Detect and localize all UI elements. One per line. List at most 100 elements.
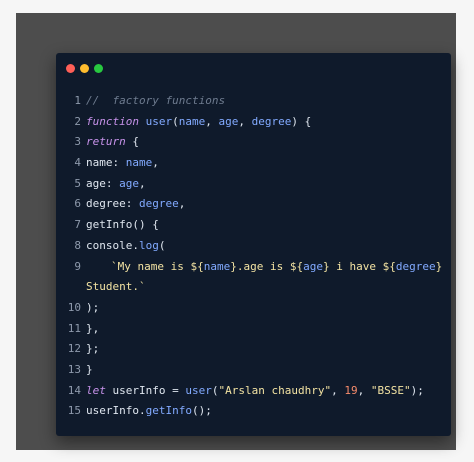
code-text: Student.` bbox=[86, 277, 146, 298]
code-text: }; bbox=[86, 339, 99, 360]
code-token: getInfo bbox=[86, 218, 133, 232]
code-token: ); bbox=[86, 300, 100, 314]
code-line: 12}; bbox=[56, 339, 451, 360]
code-token: ${ bbox=[289, 259, 304, 273]
code-text: let userInfo = user("Arslan chaudhry", 1… bbox=[86, 381, 424, 402]
code-token: age bbox=[86, 176, 106, 190]
line-number: 4 bbox=[74, 156, 81, 170]
code-token: age bbox=[218, 114, 239, 128]
code-line: 1 // factory functions bbox=[56, 91, 451, 112]
code-token: return bbox=[86, 135, 126, 149]
screenshot-frame: 1// factory functions 2 function user(name… bbox=[16, 13, 456, 450]
code-line: 5 age: age, bbox=[56, 174, 451, 195]
code-token: . bbox=[138, 404, 146, 418]
code-token: ( bbox=[172, 114, 179, 128]
code-token: Student.` bbox=[86, 280, 146, 294]
code-text: } bbox=[86, 360, 93, 381]
code-text: // factory functions bbox=[86, 91, 225, 112]
code-token: , bbox=[205, 114, 219, 128]
code-line: 6 degree: degree, bbox=[56, 194, 451, 215]
code-token: } bbox=[230, 259, 237, 273]
line-number: 3 bbox=[74, 135, 81, 149]
line-number: 2 bbox=[74, 114, 81, 128]
code-token: : bbox=[125, 197, 139, 211]
code-line: 11}, bbox=[56, 319, 451, 340]
code-line: 13} bbox=[56, 360, 451, 381]
code-token: ${ bbox=[382, 259, 396, 273]
code-text: userInfo.getInfo(); bbox=[86, 401, 212, 422]
code-token: let bbox=[86, 383, 106, 397]
code-token: : bbox=[105, 176, 120, 190]
code-token: userInfo bbox=[86, 404, 139, 418]
code-line: Student.` bbox=[56, 277, 451, 298]
code-text: console.log( bbox=[86, 236, 165, 257]
code-token: , bbox=[152, 156, 159, 170]
line-number: 14 bbox=[67, 383, 81, 397]
code-token: getInfo bbox=[145, 404, 192, 418]
close-icon[interactable] bbox=[66, 64, 75, 73]
code-token: 19 bbox=[344, 383, 358, 397]
line-number: 11 bbox=[67, 321, 81, 335]
code-token: i have bbox=[329, 259, 383, 273]
code-token: : bbox=[112, 156, 126, 170]
code-token: .age is bbox=[236, 259, 290, 273]
code-token: degree bbox=[251, 114, 292, 128]
code-text: degree: degree, bbox=[86, 194, 185, 215]
code-token: , bbox=[331, 383, 345, 397]
code-token: . bbox=[132, 238, 139, 252]
line-number: 13 bbox=[67, 362, 81, 376]
code-token: degree bbox=[395, 259, 436, 273]
line-number: 1 bbox=[74, 94, 81, 107]
line-number: 12 bbox=[67, 342, 81, 356]
code-token: "Arslan chaudhry" bbox=[218, 383, 332, 397]
code-line: 4 name: name, bbox=[56, 153, 451, 174]
code-token: , bbox=[178, 197, 186, 211]
code-text: function user(name, age, degree) { bbox=[86, 112, 311, 133]
line-number: 7 bbox=[74, 218, 81, 232]
code-token: name bbox=[178, 114, 206, 128]
code-token: degree bbox=[86, 197, 126, 211]
code-token: ); bbox=[410, 383, 424, 397]
line-number: 6 bbox=[74, 197, 81, 211]
code-token: "BSSE" bbox=[370, 383, 411, 397]
code-line: 10); bbox=[56, 298, 451, 319]
code-token: function bbox=[86, 114, 139, 128]
code-line: 15 userInfo.getInfo(); bbox=[56, 401, 451, 422]
minimize-icon[interactable] bbox=[80, 64, 89, 73]
code-editor: 1// factory functions 2 function user(name… bbox=[56, 91, 451, 422]
code-window: 1// factory functions 2 function user(name… bbox=[56, 53, 451, 436]
code-text: }, bbox=[86, 319, 99, 340]
code-token: log bbox=[138, 238, 159, 252]
code-text: getInfo() { bbox=[86, 215, 159, 236]
line-number: 10 bbox=[67, 300, 81, 314]
line-number: 8 bbox=[74, 238, 81, 252]
code-token: { bbox=[125, 135, 139, 149]
maximize-icon[interactable] bbox=[94, 64, 103, 73]
code-token: } bbox=[86, 362, 93, 376]
code-text: age: age, bbox=[86, 174, 146, 195]
code-token: ) { bbox=[291, 114, 312, 128]
code-token: } bbox=[435, 259, 443, 273]
code-token: , bbox=[238, 114, 252, 128]
code-text: return { bbox=[86, 132, 139, 153]
code-token: (); bbox=[191, 404, 212, 418]
code-text: `My name is ${name}.age is ${age} i have… bbox=[111, 257, 442, 278]
code-line: 3 return { bbox=[56, 132, 451, 153]
line-number: 15 bbox=[67, 404, 81, 418]
code-token: , bbox=[357, 383, 371, 397]
code-token: ${ bbox=[190, 259, 204, 273]
code-line: 7 getInfo() { bbox=[56, 215, 451, 236]
code-line: 8 console.log( bbox=[56, 236, 451, 257]
code-token: user bbox=[185, 383, 212, 397]
code-token: age bbox=[119, 176, 139, 190]
code-line: 9 `My name is ${name}.age is ${age} i hav… bbox=[56, 257, 451, 278]
code-token: `My name is bbox=[111, 259, 191, 273]
code-token: }; bbox=[86, 342, 100, 356]
code-line: 14 let userInfo = user("Arslan chaudhry",… bbox=[56, 381, 451, 402]
line-number: 9 bbox=[74, 259, 81, 273]
code-token: user bbox=[145, 114, 173, 128]
code-token: , bbox=[139, 176, 146, 190]
code-token: age bbox=[303, 259, 323, 273]
code-token: } bbox=[322, 259, 330, 273]
